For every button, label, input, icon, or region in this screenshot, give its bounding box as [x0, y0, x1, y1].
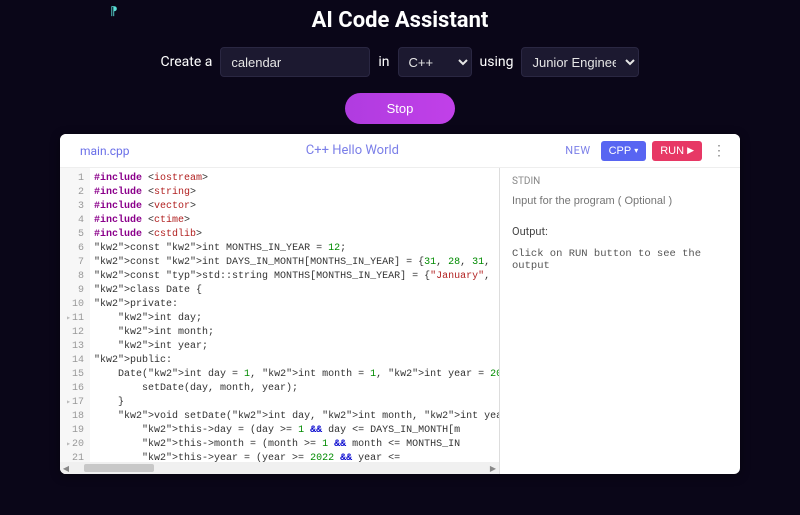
run-button[interactable]: RUN▶ — [652, 141, 702, 161]
language-button[interactable]: CPP▾ — [601, 141, 647, 161]
scroll-left-icon[interactable]: ◀ — [60, 462, 72, 474]
prompt-input[interactable] — [220, 47, 370, 77]
create-label: Create a — [161, 54, 213, 70]
language-select[interactable]: C++ — [398, 47, 472, 77]
pin-icon: ⁋ — [110, 4, 118, 18]
ide-header: main.cpp C++ Hello World NEW CPP▾ RUN▶ ⋮ — [60, 134, 740, 168]
using-label: using — [480, 54, 514, 70]
prompt-row: Create a in C++ using Junior Engineer — [161, 47, 640, 77]
code-area[interactable]: #include <iostream>#include <string>#inc… — [90, 168, 499, 474]
output-label: Output: — [512, 225, 728, 238]
chevron-down-icon: ▾ — [634, 146, 638, 155]
output-text: Click on RUN button to see the output — [512, 248, 728, 272]
ide-panel: main.cpp C++ Hello World NEW CPP▾ RUN▶ ⋮… — [60, 134, 740, 474]
horizontal-scrollbar[interactable]: ◀ ▶ — [60, 462, 499, 474]
line-gutter: 12345678910▸111213141516▸171819▸202122▸2… — [60, 168, 90, 474]
stdin-input[interactable] — [512, 191, 728, 211]
new-link[interactable]: NEW — [565, 144, 590, 157]
output-pane: STDIN Output: Click on RUN button to see… — [500, 168, 740, 474]
scroll-right-icon[interactable]: ▶ — [487, 462, 499, 474]
stdin-label: STDIN — [512, 176, 728, 187]
more-button[interactable]: ⋮ — [708, 142, 730, 159]
in-label: in — [378, 54, 389, 70]
ide-title: C++ Hello World — [140, 143, 566, 158]
role-select[interactable]: Junior Engineer — [521, 47, 639, 77]
editor-pane[interactable]: 12345678910▸111213141516▸171819▸202122▸2… — [60, 168, 500, 474]
play-icon: ▶ — [687, 145, 694, 156]
file-tab[interactable]: main.cpp — [70, 144, 140, 158]
page-title: AI Code Assistant — [312, 8, 489, 33]
stop-button[interactable]: Stop — [345, 93, 456, 124]
scroll-thumb[interactable] — [84, 464, 154, 472]
